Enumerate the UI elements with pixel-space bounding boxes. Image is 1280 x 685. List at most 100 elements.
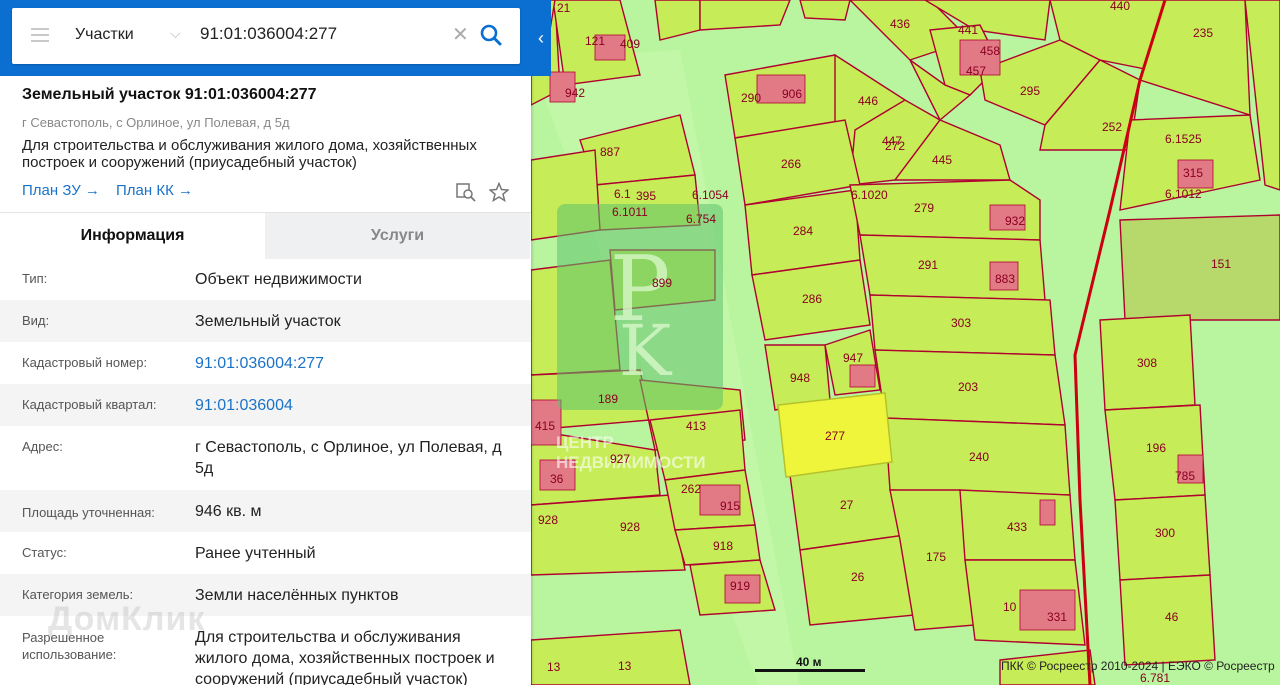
- parcel-number-label: 36: [550, 472, 564, 486]
- info-value: Земли населённых пунктов: [195, 587, 399, 604]
- info-label: Тип:: [22, 271, 48, 286]
- parcel-number-label: 6.1011: [612, 205, 648, 219]
- parcel-number-label: 196: [1146, 441, 1166, 455]
- parcel-number-label: 252: [1102, 120, 1122, 134]
- tab-information[interactable]: Информация: [0, 213, 265, 259]
- parcel-number-label: 918: [713, 539, 733, 553]
- info-row-area: Площадь уточненная: 946 кв. м: [0, 490, 531, 532]
- parcel-number-label: 445: [932, 153, 952, 167]
- favorite-star-icon[interactable]: [488, 181, 510, 203]
- domclick-watermark: ДомКлик: [48, 600, 206, 638]
- cadastral-quarter-link[interactable]: 91:01:036004: [195, 395, 515, 416]
- parcel-number-label: 303: [951, 316, 971, 330]
- info-value: Ранее учтенный: [195, 545, 316, 562]
- parcel-number-label: 291: [918, 258, 938, 272]
- top-bar: Участки ⌵ ✕: [0, 0, 551, 76]
- parcel-number-label: 21: [557, 1, 571, 15]
- parcel-number-label: 785: [1175, 469, 1195, 483]
- parcel-number-label: 441: [958, 23, 978, 37]
- parcel-number-label: 26: [851, 570, 865, 584]
- logo-text-line2: НЕДВИЖИМОСТИ: [556, 453, 706, 472]
- map-canvas[interactable]: P K ЦЕНТР НЕДВИЖИМОСТИ 21 121 409 942 290 906…: [531, 0, 1280, 685]
- parcel-number-label: 409: [620, 37, 640, 51]
- parcel-number-label: 151: [1211, 257, 1231, 271]
- parcel-number-label: 295: [1020, 84, 1040, 98]
- parcel-number-label: 928: [538, 513, 558, 527]
- search-icon[interactable]: [478, 22, 504, 48]
- parcel-number-label: 413: [686, 419, 706, 433]
- parcel-number-label: 906: [782, 87, 802, 101]
- info-row-status: Статус: Ранее учтенный: [0, 532, 531, 574]
- parcel-number-label: 262: [681, 482, 701, 496]
- parcel-number-label: 883: [995, 272, 1015, 286]
- parcel-number-label: 13: [618, 659, 632, 673]
- chevron-down-icon[interactable]: ⌵: [170, 25, 181, 42]
- realty-center-logo: P K: [557, 204, 723, 410]
- category-select[interactable]: Участки: [75, 26, 134, 44]
- menu-icon[interactable]: [31, 28, 49, 42]
- parcel-number-label: 447: [882, 134, 902, 148]
- parcel-number-label: 203: [958, 380, 978, 394]
- parcel-number-label: 440: [1110, 0, 1130, 13]
- parcel-number-label: 6.1012: [1165, 187, 1202, 201]
- info-value: Для строительства и обслуживания жилого …: [195, 629, 495, 685]
- info-label: Кадастровый квартал:: [22, 397, 157, 412]
- parcel-number-label: 10: [1003, 600, 1017, 614]
- info-value: Объект недвижимости: [195, 271, 362, 288]
- parcel-number-label: 331: [1047, 610, 1067, 624]
- collapse-panel-button[interactable]: ‹: [531, 0, 551, 76]
- parcel-number-label: 175: [926, 550, 946, 564]
- parcel-number-label: 189: [598, 392, 618, 406]
- map-attribution[interactable]: ПКК © Росреестр 2010-2024 | ЕЭКО © Росре…: [1001, 659, 1275, 673]
- info-value: 946 кв. м: [195, 503, 262, 520]
- plan-zu-link[interactable]: План ЗУ →: [22, 182, 100, 199]
- plan-kk-link[interactable]: План КК →: [116, 182, 193, 199]
- parcel-number-label: 947: [843, 351, 863, 365]
- parcel-number-label: 446: [858, 94, 878, 108]
- info-label: Статус:: [22, 545, 67, 560]
- parcel-number-label: 919: [730, 579, 750, 593]
- info-label: Вид:: [22, 313, 50, 328]
- parcel-number-label: 6.754: [686, 212, 716, 226]
- parcel-number-label: 121: [585, 34, 605, 48]
- parcel-number-label: 46: [1165, 610, 1179, 624]
- object-purpose: Для строительства и обслуживания жилого …: [22, 137, 477, 171]
- info-label: Площадь уточненная:: [22, 505, 155, 520]
- chevron-left-icon: ‹: [538, 27, 544, 48]
- parcel-number-label: 308: [1137, 356, 1157, 370]
- parcel-number-label: 277: [825, 429, 845, 443]
- parcel-number-label: 284: [793, 224, 813, 238]
- search-input[interactable]: [200, 24, 440, 44]
- info-row-kind: Вид: Земельный участок: [0, 300, 531, 342]
- parcel-number-label: 6.1054: [692, 188, 729, 202]
- parcel-number-label: 235: [1193, 26, 1213, 40]
- parcel-number-label: 6.781: [1140, 671, 1170, 685]
- cadastral-map[interactable]: P K ЦЕНТР НЕДВИЖИМОСТИ 21 121 409 942 290 906…: [531, 0, 1280, 685]
- parcel-number-label: 6.1020: [851, 188, 888, 202]
- object-title: Земельный участок 91:01:036004:277: [22, 86, 317, 103]
- cadastral-number-link[interactable]: 91:01:036004:277: [195, 353, 515, 374]
- tab-services[interactable]: Услуги: [265, 213, 530, 259]
- parcel-number-label: 279: [914, 201, 934, 215]
- info-row-type: Тип: Объект недвижимости: [0, 258, 531, 300]
- parcel-number-label: 6.1525: [1165, 132, 1202, 146]
- scale-label: 40 м: [796, 655, 822, 669]
- parcel-number-label: 6.1: [614, 187, 631, 201]
- search-box: Участки ⌵ ✕: [12, 8, 520, 64]
- info-row-cadastral-number: Кадастровый номер: 91:01:036004:277: [0, 342, 531, 384]
- clear-icon[interactable]: ✕: [452, 22, 469, 47]
- search-on-map-icon[interactable]: [456, 182, 476, 202]
- parcel-number-label: 240: [969, 450, 989, 464]
- info-value: г Севастополь, с Орлиное, ул Полевая, д …: [195, 439, 502, 477]
- parcel-number-label: 458: [980, 44, 1000, 58]
- parcel-number-label: 915: [720, 499, 740, 513]
- info-panel: Земельный участок 91:01:036004:277 г Сев…: [0, 0, 531, 685]
- parcel-number-label: 286: [802, 292, 822, 306]
- parcel-number-label: 395: [636, 189, 656, 203]
- info-label: Адрес:: [22, 439, 63, 454]
- info-tabs: Информация Услуги: [0, 212, 531, 259]
- parcel-number-label: 457: [966, 64, 986, 78]
- parcel-number-label: 932: [1005, 214, 1025, 228]
- info-label: Кадастровый номер:: [22, 355, 148, 370]
- parcel-number-label: 433: [1007, 520, 1027, 534]
